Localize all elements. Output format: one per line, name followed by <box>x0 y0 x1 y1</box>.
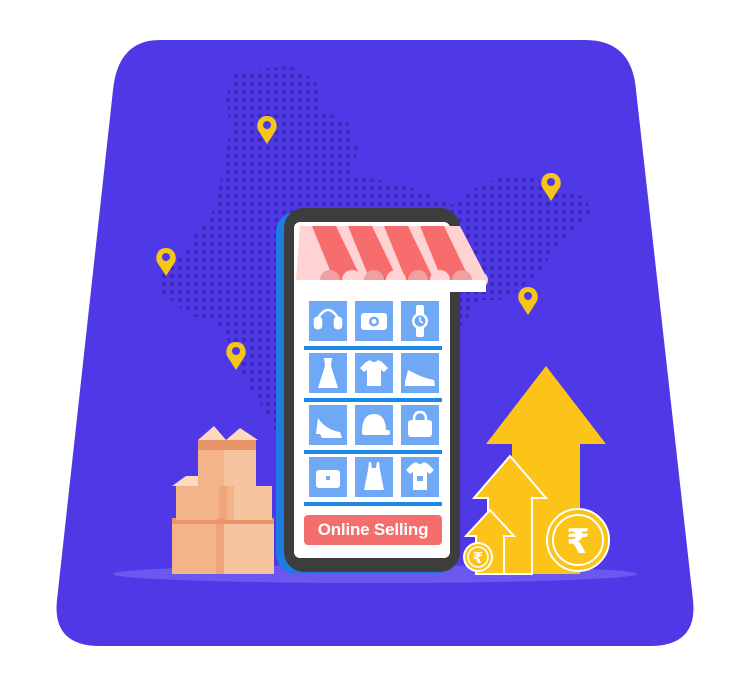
product-tile <box>401 353 439 393</box>
product-tile <box>401 405 439 445</box>
product-tile <box>401 457 439 497</box>
rupee-coin-icon: ₹ <box>546 508 610 572</box>
product-tile <box>309 457 347 497</box>
product-tile <box>355 405 393 445</box>
svg-text:₹: ₹ <box>566 522 590 562</box>
product-tile <box>401 301 439 341</box>
product-tile <box>309 405 347 445</box>
product-tile <box>355 353 393 393</box>
online-selling-button[interactable]: Online Selling <box>304 515 442 545</box>
purse-icon <box>316 470 340 488</box>
product-tile <box>309 353 347 393</box>
product-tile <box>309 301 347 341</box>
ecommerce-illustration: ₹ ₹ <box>56 40 694 646</box>
product-tile <box>355 301 393 341</box>
svg-text:₹: ₹ <box>473 549 483 567</box>
product-tile <box>355 457 393 497</box>
rupee-coin-icon: ₹ <box>463 542 493 572</box>
camera-icon <box>361 313 387 330</box>
shop-awning <box>294 226 488 292</box>
